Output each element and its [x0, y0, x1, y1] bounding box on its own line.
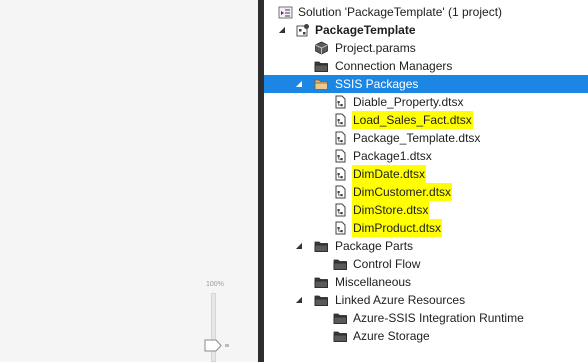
ssis-package-icon: [333, 203, 348, 217]
package-label: DimDate.dtsx: [352, 165, 427, 183]
tree-item-package[interactable]: DimCustomer.dtsx: [264, 183, 588, 201]
tree-item-package[interactable]: DimStore.dtsx: [264, 201, 588, 219]
package-label: DimProduct.dtsx: [352, 219, 443, 237]
tree-item-solution[interactable]: Solution 'PackageTemplate' (1 project): [264, 3, 588, 21]
folder-icon: [314, 59, 329, 73]
tree-item-package[interactable]: DimDate.dtsx: [264, 165, 588, 183]
ssis-package-icon: [333, 113, 348, 127]
control-flow-label: Control Flow: [353, 257, 421, 271]
solution-label: Solution 'PackageTemplate' (1 project): [298, 5, 503, 19]
tree-item-package[interactable]: Package_Template.dtsx: [264, 129, 588, 147]
azure-storage-label: Azure Storage: [353, 329, 430, 343]
folder-icon: [314, 77, 329, 91]
folder-icon: [333, 257, 348, 271]
zoom-level-label: 100%: [206, 281, 224, 288]
folder-icon: [314, 239, 329, 253]
miscellaneous-label: Miscellaneous: [335, 275, 412, 289]
package-label: Package1.dtsx: [353, 149, 432, 163]
ssis-package-icon: [333, 95, 348, 109]
project-params-label: Project.params: [335, 41, 416, 55]
tree-item-package[interactable]: DimProduct.dtsx: [264, 219, 588, 237]
tree-item-package[interactable]: Package1.dtsx: [264, 147, 588, 165]
collapse-triangle-icon[interactable]: ◢: [294, 291, 304, 309]
tree-item-connection-managers[interactable]: Connection Managers: [264, 57, 588, 75]
zoom-tick-mark: [225, 344, 229, 347]
ssis-package-icon: [333, 149, 348, 163]
ssis-package-icon: [333, 185, 348, 199]
tree-item-package[interactable]: Load_Sales_Fact.dtsx: [264, 111, 588, 129]
package-parts-label: Package Parts: [335, 239, 414, 253]
ssis-package-icon: [333, 221, 348, 235]
tree-item-control-flow[interactable]: Control Flow: [264, 255, 588, 273]
package-label: Load_Sales_Fact.dtsx: [352, 111, 473, 129]
tree-item-project-params[interactable]: Project.params: [264, 39, 588, 57]
ssis-project-icon: [295, 23, 310, 37]
ssis-package-icon: [333, 131, 348, 145]
collapse-triangle-icon[interactable]: ◢: [294, 75, 304, 93]
folder-icon: [314, 293, 329, 307]
collapse-triangle-icon[interactable]: ◢: [277, 21, 287, 39]
ssis-packages-label: SSIS Packages: [335, 77, 419, 91]
folder-icon: [333, 329, 348, 343]
tree-item-miscellaneous[interactable]: Miscellaneous: [264, 273, 588, 291]
solution-icon: [278, 5, 293, 19]
tree-item-ssis-packages[interactable]: ◢ SSIS Packages: [264, 75, 588, 93]
tree-item-azure-ssis-ir[interactable]: Azure-SSIS Integration Runtime: [264, 309, 588, 327]
tree-item-project[interactable]: ◢ PackageTemplate: [264, 21, 588, 39]
linked-azure-resources-label: Linked Azure Resources: [335, 293, 466, 307]
package-label: DimStore.dtsx: [352, 201, 430, 219]
collapse-triangle-icon[interactable]: ◢: [294, 237, 304, 255]
tree-item-azure-storage[interactable]: Azure Storage: [264, 327, 588, 345]
folder-icon: [333, 311, 348, 325]
package-label: Package_Template.dtsx: [353, 131, 481, 145]
tree-item-package[interactable]: Diable_Property.dtsx: [264, 93, 588, 111]
package-label: DimCustomer.dtsx: [352, 183, 453, 201]
project-label: PackageTemplate: [315, 23, 416, 37]
params-icon: [314, 41, 329, 55]
connection-managers-label: Connection Managers: [335, 59, 453, 73]
tree-item-linked-azure-resources[interactable]: ◢ Linked Azure Resources: [264, 291, 588, 309]
solution-explorer: Solution 'PackageTemplate' (1 project) ◢…: [264, 0, 588, 362]
azure-ssis-ir-label: Azure-SSIS Integration Runtime: [353, 311, 524, 325]
ssis-package-icon: [333, 167, 348, 181]
tree-item-package-parts[interactable]: ◢ Package Parts: [264, 237, 588, 255]
package-label: Diable_Property.dtsx: [353, 95, 464, 109]
folder-icon: [314, 275, 329, 289]
package-designer-pane: 100%: [0, 0, 258, 362]
zoom-slider-thumb[interactable]: [204, 339, 222, 352]
